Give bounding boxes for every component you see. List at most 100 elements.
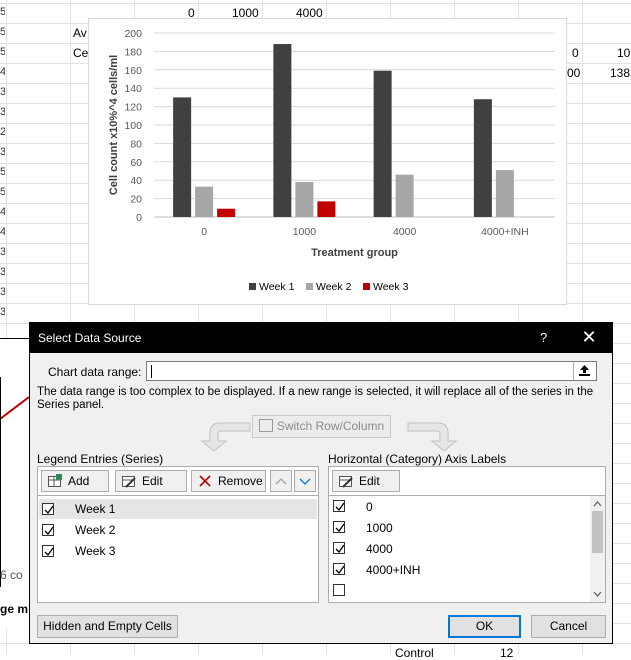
x-tick-label: 0 [201,226,207,238]
x-tick-label: 1000 [293,226,317,238]
bar-week-2 [395,174,414,217]
cell-ce[interactable]: Ce [73,46,88,60]
bar-week-3 [317,201,336,217]
y-tick-label: 160 [124,65,142,77]
row-fragment: 3 [0,106,5,118]
series-label: Week 1 [75,502,116,516]
bar-week-1 [473,99,492,217]
series-item-week1[interactable]: Week 1 [38,499,318,519]
check-icon [335,565,345,575]
checkbox-week1[interactable] [42,503,54,515]
checkbox-axis-1000[interactable] [333,521,345,533]
edit-table-icon [339,476,353,488]
bottom-twelve: 12 [500,646,514,660]
bar-week-2 [195,186,214,217]
y-tick-label: 200 [124,28,142,40]
row-fragment: 5 [0,166,5,178]
row-fragment: 3 [0,146,5,158]
checkbox-week3[interactable] [42,545,54,557]
scroll-down-icon[interactable] [590,588,605,600]
help-icon[interactable]: ? [540,330,547,345]
ok-button[interactable]: OK [448,615,521,638]
checkbox-axis-4000-inh[interactable] [333,563,345,575]
row-fragment: 3 [0,86,5,98]
row-fragment: 4 [0,206,5,218]
switch-row-column-button[interactable]: Switch Row/Column [252,415,391,438]
chart[interactable]: 0 20 40 60 80 100 120 140 160 180 200 0 1000 4000 4000… [88,18,567,305]
x-tick-label: 4000 [393,226,417,238]
bar-week-1 [373,70,392,217]
checkbox-week2[interactable] [42,524,54,536]
axis-item-4000[interactable]: 4000 [329,539,589,559]
cell-r3a[interactable]: 00 [567,66,580,80]
legend-label: Week 2 [316,281,352,293]
legend-entries-header: Legend Entries (Series) [37,452,164,466]
bottom-left-bold: ge m [0,602,29,616]
axis-item-0[interactable]: 0 [329,497,589,517]
red-line-fragment [0,396,30,420]
y-tick-label: 180 [124,46,142,58]
y-tick-label: 0 [136,212,142,224]
axis-edit-label: Edit [359,474,380,488]
chart-range-label: Chart data range: [48,365,142,379]
axis-divider [329,495,605,496]
row-fragment: 3 [0,286,5,298]
range-message: The data range is too complex to be disp… [37,386,594,411]
bar-chart-svg[interactable]: 0 20 40 60 80 100 120 140 160 180 200 0 1000 4000 4000… [89,19,568,306]
check-icon [44,526,54,536]
cancel-button[interactable]: Cancel [531,615,606,638]
checkbox-axis-empty[interactable] [333,584,345,596]
edit-axis-labels-button[interactable]: Edit [332,470,400,492]
legend-swatch [363,283,370,290]
check-icon [44,547,54,557]
y-axis-title: Cell count x10%^4 cells/ml [108,55,120,195]
x-axis-title: Treatment group [311,247,398,259]
axis-item-4000-inh[interactable]: 4000+INH [329,560,589,580]
checkbox-axis-4000[interactable] [333,542,345,554]
series-item-week2[interactable]: Week 2 [38,520,318,540]
checkbox-axis-0[interactable] [333,500,345,512]
scrollbar-thumb[interactable] [592,511,603,553]
cell-r3b[interactable]: 138 [610,66,630,80]
legend-label: Week 1 [259,281,295,293]
edit-label: Edit [142,474,163,488]
hidden-empty-cells-button[interactable]: Hidden and Empty Cells [37,615,178,638]
y-tick-label: 60 [130,157,142,169]
x-tick-label: 4000+INH [481,226,529,238]
remove-series-button[interactable]: Remove [191,470,266,492]
add-series-button[interactable]: Add [41,470,109,492]
y-tick-label: 80 [130,138,142,150]
scroll-up-icon[interactable] [590,498,605,510]
chart-range-input[interactable] [146,361,597,381]
y-tick-label: 140 [124,83,142,95]
bar-week-3 [217,208,236,217]
legend-label: Week 3 [373,281,409,293]
edit-series-button[interactable]: Edit [115,470,187,492]
axis-labels-header: Horizontal (Category) Axis Labels [328,452,507,466]
y-tick-label: 40 [130,175,142,187]
row-fragment: 3 [0,246,5,258]
row-fragment: 4 [0,66,5,78]
check-icon [335,523,345,533]
cell-av[interactable]: Av [73,26,87,40]
collapse-range-button[interactable] [573,362,595,380]
axis-label: 4000+INH [366,563,421,577]
cell-r2b[interactable]: 10 [617,46,630,60]
axis-scrollbar[interactable] [590,496,605,602]
dialog-titlebar[interactable]: Select Data Source ? ✕ [30,323,612,353]
row-fragment: 2 [0,126,5,138]
axis-item-empty[interactable] [329,581,589,601]
move-down-button[interactable] [294,470,316,492]
move-up-button[interactable] [270,470,292,492]
bar-week-1 [273,44,292,217]
collapse-dialog-icon [579,365,590,376]
series-label: Week 2 [75,523,116,537]
ok-label: OK [475,619,494,633]
cancel-label: Cancel [549,619,588,633]
series-item-week3[interactable]: Week 3 [38,541,318,561]
axis-item-1000[interactable]: 1000 [329,518,589,538]
close-icon[interactable]: ✕ [578,326,600,348]
y-tick-label: 120 [124,102,142,114]
series-label: Week 3 [75,544,116,558]
cell-r2a[interactable]: 0 [572,46,579,60]
